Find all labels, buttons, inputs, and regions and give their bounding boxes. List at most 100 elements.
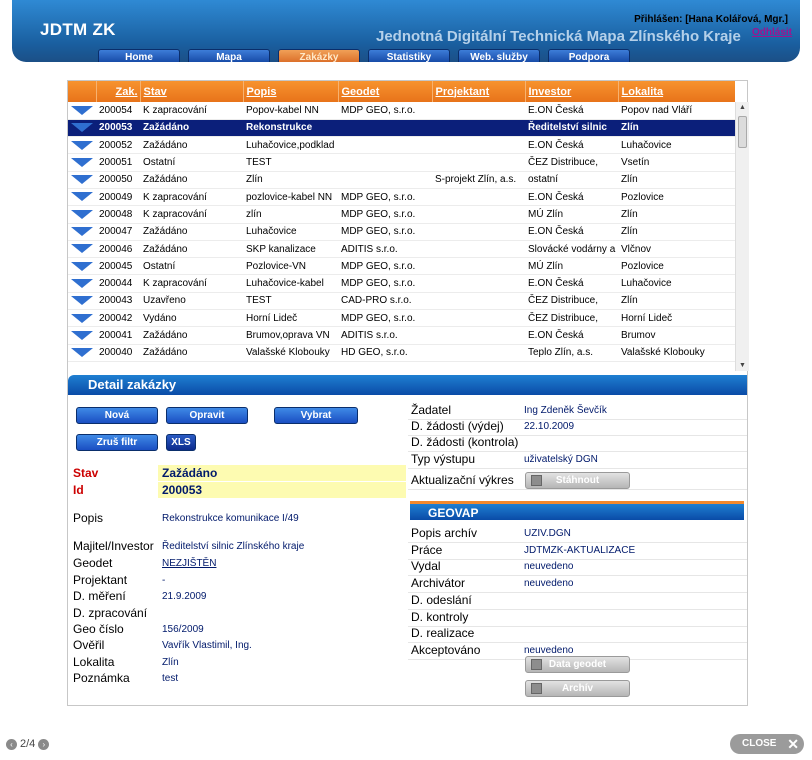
scroll-down-icon[interactable]: ▼ xyxy=(739,362,746,369)
column-header-zak[interactable]: Zak. xyxy=(96,81,141,102)
expand-arrow-icon[interactable] xyxy=(71,296,93,306)
column-header-investor[interactable]: Investor xyxy=(525,81,619,102)
nav-zakazky[interactable]: Zakázky xyxy=(278,49,360,62)
nav-web-sluzby[interactable]: Web. služby xyxy=(458,49,540,62)
row-expand-cell[interactable] xyxy=(68,309,96,328)
cell-popis: TEST xyxy=(243,292,338,311)
table-row[interactable]: 200054 K zapracování Popov-kabel NN MDP GEO… xyxy=(68,102,735,120)
table-row[interactable]: 200049 K zapracování pozlovice-kabel NN MDP… xyxy=(68,188,735,207)
row-expand-cell[interactable] xyxy=(68,102,96,120)
table-scrollbar[interactable]: ▲ ▼ xyxy=(735,102,749,371)
row-expand-cell[interactable] xyxy=(68,326,96,345)
row-expand-cell[interactable] xyxy=(68,119,96,138)
row-expand-cell[interactable] xyxy=(68,188,96,207)
row-expand-cell[interactable] xyxy=(68,292,96,311)
expand-arrow-icon[interactable] xyxy=(71,209,93,219)
geovap-label: Archivátor xyxy=(411,576,466,590)
row-expand-cell[interactable] xyxy=(68,274,96,293)
table-row[interactable]: 200040 Zažádáno Valašské Klobouky HD GEO, s… xyxy=(68,344,735,362)
orders-table: Zak. Stav Popis Geodet Projektant Invest… xyxy=(68,81,735,371)
logout-link[interactable]: Odhlásit xyxy=(752,27,792,38)
expand-arrow-icon[interactable] xyxy=(71,330,93,340)
row-expand-cell[interactable] xyxy=(68,257,96,276)
table-row[interactable]: 200042 Vydáno Horní Lideč MDP GEO, s.r.o. ČE… xyxy=(68,309,735,328)
row-expand-cell[interactable] xyxy=(68,240,96,259)
expand-arrow-icon[interactable] xyxy=(71,261,93,271)
cell-popis: zlín xyxy=(243,205,338,224)
table-row[interactable]: 200045 Ostatní Pozlovice-VN MDP GEO, s.r.o.… xyxy=(68,257,735,276)
table-row[interactable]: 200047 Zažádáno Luhačovice MDP GEO, s.r.o. E… xyxy=(68,223,735,241)
cell-zak: 200045 xyxy=(96,257,140,276)
cell-investor: ČEZ Distribuce, xyxy=(525,292,618,311)
opravit-button[interactable]: Opravit xyxy=(166,407,248,424)
cell-lokalita: Vsetín xyxy=(618,153,735,172)
row-expand-cell[interactable] xyxy=(68,223,96,241)
table-row[interactable]: 200052 Zažádáno Luhačovice,podklad E.ON Čes… xyxy=(68,136,735,155)
nav-statistiky[interactable]: Statistiky xyxy=(368,49,450,62)
cell-projektant xyxy=(432,153,525,172)
table-row[interactable]: 200041 Zažádáno Brumov,oprava VN ADITIS s.r… xyxy=(68,326,735,345)
table-row[interactable]: 200046 Zažádáno SKP kanalizace ADITIS s.r.o… xyxy=(68,240,735,259)
expand-arrow-icon[interactable] xyxy=(71,313,93,323)
table-row[interactable]: 200048 K zapracování zlín MDP GEO, s.r.o. MÚ… xyxy=(68,205,735,224)
scroll-thumb[interactable] xyxy=(738,116,747,148)
cell-geodet xyxy=(338,171,432,189)
geovap-value: UZIV.DGN xyxy=(524,528,571,539)
nav-home[interactable]: Home xyxy=(98,49,180,62)
column-header-popis[interactable]: Popis xyxy=(243,81,339,102)
geovap-label: Vydal xyxy=(411,559,441,573)
column-header-stav[interactable]: Stav xyxy=(140,81,244,102)
row-expand-cell[interactable] xyxy=(68,344,96,362)
detail-label: Geo číslo xyxy=(73,622,124,636)
table-row[interactable]: 200044 K zapracování Luhačovice-kabel MDP G… xyxy=(68,274,735,293)
stahnout-button[interactable]: Stáhnout xyxy=(525,472,630,489)
request-value: Ing Zdeněk Ševčík xyxy=(524,405,607,416)
expand-arrow-icon[interactable] xyxy=(71,175,93,185)
table-row[interactable]: 200043 Uzavřeno TEST CAD-PRO s.r.o. ČEZ Dist… xyxy=(68,292,735,311)
table-row[interactable]: 200051 Ostatní TEST ČEZ Distribuce, Vsetín xyxy=(68,153,735,172)
prev-icon[interactable]: ‹ xyxy=(6,738,17,750)
detail-label: Projektant xyxy=(73,573,128,587)
row-expand-cell[interactable] xyxy=(68,171,96,189)
stav-label: Stav xyxy=(73,466,99,480)
xls-button[interactable]: XLS xyxy=(166,434,196,451)
expand-arrow-icon[interactable] xyxy=(71,348,93,358)
detail-value: Vavřík Vlastimil, Ing. xyxy=(162,640,252,651)
row-expand-cell[interactable] xyxy=(68,153,96,172)
nova-button[interactable]: Nová xyxy=(76,407,158,424)
cell-zak: 200052 xyxy=(96,136,140,155)
column-header-lokalita[interactable]: Lokalita xyxy=(618,81,735,102)
vybrat-button[interactable]: Vybrat xyxy=(274,407,358,424)
nav-podpora[interactable]: Podpora xyxy=(548,49,630,62)
zrus-filtr-button[interactable]: Zruš filtr xyxy=(76,434,158,451)
expand-arrow-icon[interactable] xyxy=(71,140,93,150)
expand-arrow-icon[interactable] xyxy=(71,105,93,115)
cell-zak: 200051 xyxy=(96,153,140,172)
next-icon[interactable]: › xyxy=(38,738,50,750)
cell-popis: Horní Lideč xyxy=(243,309,338,328)
expand-arrow-icon[interactable] xyxy=(71,192,93,202)
row-expand-cell[interactable] xyxy=(68,205,96,224)
scroll-up-icon[interactable]: ▲ xyxy=(739,104,746,111)
row-expand-cell[interactable] xyxy=(68,136,96,155)
column-header-projektant[interactable]: Projektant xyxy=(432,81,526,102)
cell-stav: Zažádáno xyxy=(140,171,243,189)
nav-mapa[interactable]: Mapa xyxy=(188,49,270,62)
expand-arrow-icon[interactable] xyxy=(71,123,93,133)
data-geodet-button[interactable]: Data geodet xyxy=(525,656,630,673)
table-row[interactable]: 200050 Zažádáno Zlín S-projekt Zlín, a.s. os… xyxy=(68,171,735,189)
column-header-geodet[interactable]: Geodet xyxy=(338,81,433,102)
geovap-label: D. kontroly xyxy=(411,610,469,624)
cell-geodet xyxy=(338,136,432,155)
expand-arrow-icon[interactable] xyxy=(71,278,93,288)
cell-projektant xyxy=(432,292,525,311)
detail-value[interactable]: NEZJIŠTĚN xyxy=(162,558,216,569)
detail-value: test xyxy=(162,673,179,684)
expand-arrow-icon[interactable] xyxy=(71,227,93,237)
table-row[interactable]: 200053 Zažádáno Rekonstrukce Ředitelství si… xyxy=(68,119,735,138)
expand-arrow-icon[interactable] xyxy=(71,244,93,254)
close-icon: ✕ xyxy=(787,736,799,752)
close-button[interactable]: CLOSE ✕ xyxy=(730,734,804,754)
expand-arrow-icon[interactable] xyxy=(71,157,93,167)
archiv-button[interactable]: Archív xyxy=(525,680,630,697)
